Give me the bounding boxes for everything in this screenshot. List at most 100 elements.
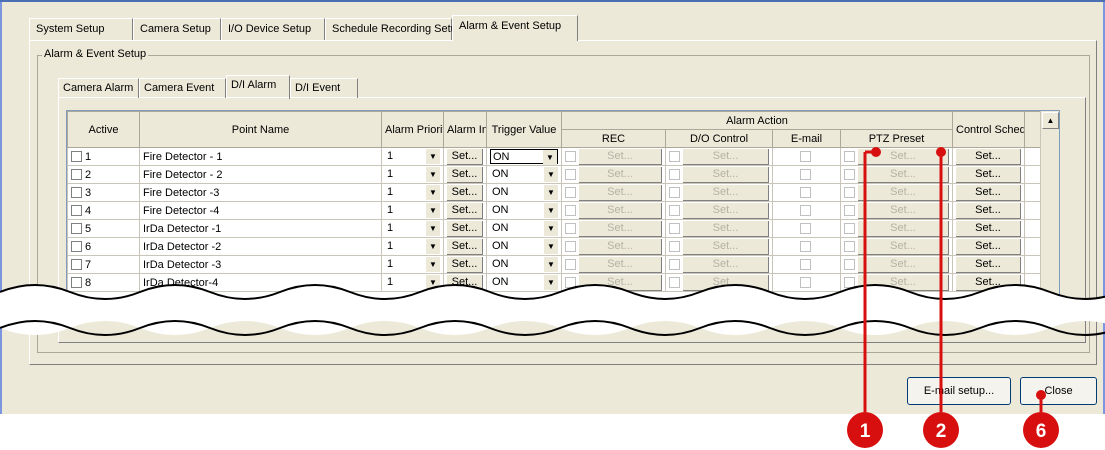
active-cell[interactable]: 6 bbox=[67, 237, 140, 256]
point-name-cell[interactable]: Fire Detector - 2 bbox=[139, 165, 382, 184]
trigger-cell[interactable]: ON ▼ bbox=[486, 201, 562, 220]
alarm-inst-set-button[interactable]: Set... bbox=[447, 202, 483, 219]
tab-alarm-event-setup[interactable]: Alarm & Event Setup bbox=[452, 15, 578, 41]
dropdown-arrow-icon[interactable]: ▼ bbox=[544, 203, 558, 218]
priority-cell[interactable]: 1 ▼ bbox=[381, 219, 444, 238]
email-cell[interactable] bbox=[772, 147, 841, 166]
rec-checkbox[interactable] bbox=[565, 259, 576, 270]
active-checkbox[interactable] bbox=[71, 241, 82, 252]
dropdown-arrow-icon[interactable]: ▼ bbox=[426, 149, 440, 164]
active-cell[interactable]: 5 bbox=[67, 219, 140, 238]
dropdown-arrow-icon[interactable]: ▼ bbox=[426, 167, 440, 182]
do-control-cell[interactable]: Set... bbox=[665, 201, 773, 220]
control-schedule-cell[interactable]: Set... bbox=[952, 219, 1025, 238]
email-checkbox[interactable] bbox=[799, 169, 811, 181]
ptz-set-button[interactable]: Set... bbox=[858, 184, 949, 201]
subtab-camera-alarm[interactable]: Camera Alarm bbox=[58, 78, 139, 98]
ptz-checkbox[interactable] bbox=[844, 259, 855, 270]
priority-cell[interactable]: 1 ▼ bbox=[381, 201, 444, 220]
email-cell[interactable] bbox=[772, 165, 841, 184]
subtab-di-event[interactable]: D/I Event bbox=[290, 78, 358, 98]
rec-set-button[interactable]: Set... bbox=[579, 148, 662, 165]
control-schedule-cell[interactable]: Set... bbox=[952, 183, 1025, 202]
active-cell[interactable]: 2 bbox=[67, 165, 140, 184]
priority-dropdown[interactable]: 1 ▼ bbox=[385, 185, 440, 200]
alarm-inst-set-button[interactable]: Set... bbox=[447, 220, 483, 237]
email-checkbox[interactable] bbox=[799, 151, 811, 163]
alarm-inst-set-button[interactable]: Set... bbox=[447, 184, 483, 201]
ptz-checkbox[interactable] bbox=[844, 223, 855, 234]
rec-cell[interactable]: Set... bbox=[561, 201, 666, 220]
trigger-cell[interactable]: ON ▼ bbox=[486, 237, 562, 256]
do-control-checkbox[interactable] bbox=[669, 259, 680, 270]
dropdown-arrow-icon[interactable]: ▼ bbox=[543, 150, 557, 165]
trigger-cell[interactable]: ON ▼ bbox=[486, 219, 562, 238]
email-checkbox[interactable] bbox=[799, 259, 811, 271]
rec-set-button[interactable]: Set... bbox=[579, 166, 662, 183]
ptz-preset-cell[interactable]: Set... bbox=[840, 201, 953, 220]
do-control-checkbox[interactable] bbox=[669, 151, 680, 162]
ptz-preset-cell[interactable]: Set... bbox=[840, 219, 953, 238]
rec-set-button[interactable]: Set... bbox=[579, 184, 662, 201]
trigger-dropdown[interactable]: ON ▼ bbox=[490, 239, 558, 254]
ptz-checkbox[interactable] bbox=[844, 241, 855, 252]
active-cell[interactable]: 3 bbox=[67, 183, 140, 202]
alarm-inst-set-button[interactable]: Set... bbox=[447, 166, 483, 183]
dropdown-arrow-icon[interactable]: ▼ bbox=[426, 239, 440, 254]
trigger-dropdown[interactable]: ON ▼ bbox=[490, 167, 558, 182]
do-control-set-button[interactable]: Set... bbox=[683, 166, 769, 183]
control-schedule-cell[interactable]: Set... bbox=[952, 237, 1025, 256]
active-checkbox[interactable] bbox=[71, 205, 82, 216]
active-cell[interactable]: 1 bbox=[67, 147, 140, 166]
tab-camera-setup[interactable]: Camera Setup bbox=[133, 18, 221, 40]
priority-dropdown[interactable]: 1 ▼ bbox=[385, 149, 440, 164]
do-control-cell[interactable]: Set... bbox=[665, 165, 773, 184]
alarm-inst-set-button[interactable]: Set... bbox=[447, 148, 483, 165]
priority-dropdown[interactable]: 1 ▼ bbox=[385, 221, 440, 236]
dropdown-arrow-icon[interactable]: ▼ bbox=[426, 185, 440, 200]
priority-cell[interactable]: 1 ▼ bbox=[381, 183, 444, 202]
email-checkbox[interactable] bbox=[799, 187, 811, 199]
do-control-checkbox[interactable] bbox=[669, 241, 680, 252]
rec-cell[interactable]: Set... bbox=[561, 183, 666, 202]
ptz-checkbox[interactable] bbox=[844, 151, 855, 162]
table-row[interactable]: 2 Fire Detector - 2 1 ▼ Set... ON ▼ Set... Set..… bbox=[67, 165, 1059, 184]
do-control-set-button[interactable]: Set... bbox=[683, 238, 769, 255]
alarm-inst-cell[interactable]: Set... bbox=[443, 219, 487, 238]
alarm-inst-cell[interactable]: Set... bbox=[443, 147, 487, 166]
schedule-set-button[interactable]: Set... bbox=[956, 202, 1021, 219]
email-cell[interactable] bbox=[772, 201, 841, 220]
ptz-set-button[interactable]: Set... bbox=[858, 166, 949, 183]
active-checkbox[interactable] bbox=[71, 169, 82, 180]
do-control-set-button[interactable]: Set... bbox=[683, 148, 769, 165]
control-schedule-cell[interactable]: Set... bbox=[952, 165, 1025, 184]
rec-checkbox[interactable] bbox=[565, 187, 576, 198]
email-checkbox[interactable] bbox=[799, 205, 811, 217]
table-row[interactable]: 5 IrDa Detector -1 1 ▼ Set... ON ▼ Set... Set...… bbox=[67, 219, 1059, 238]
active-checkbox[interactable] bbox=[71, 187, 82, 198]
ptz-preset-cell[interactable]: Set... bbox=[840, 183, 953, 202]
alarm-inst-cell[interactable]: Set... bbox=[443, 165, 487, 184]
priority-cell[interactable]: 1 ▼ bbox=[381, 237, 444, 256]
table-row[interactable]: 1 Fire Detector - 1 1 ▼ Set... ON ▼ Set... Set..… bbox=[67, 147, 1059, 166]
table-row[interactable]: 3 Fire Detector -3 1 ▼ Set... ON ▼ Set... Set...… bbox=[67, 183, 1059, 202]
tab-io-device-setup[interactable]: I/O Device Setup bbox=[221, 18, 325, 40]
active-checkbox[interactable] bbox=[71, 223, 82, 234]
rec-checkbox[interactable] bbox=[565, 241, 576, 252]
priority-dropdown[interactable]: 1 ▼ bbox=[385, 203, 440, 218]
do-control-checkbox[interactable] bbox=[669, 169, 680, 180]
active-checkbox[interactable] bbox=[71, 259, 82, 270]
priority-cell[interactable]: 1 ▼ bbox=[381, 165, 444, 184]
do-control-set-button[interactable]: Set... bbox=[683, 202, 769, 219]
do-control-cell[interactable]: Set... bbox=[665, 219, 773, 238]
dropdown-arrow-icon[interactable]: ▼ bbox=[544, 167, 558, 182]
trigger-dropdown[interactable]: ON ▼ bbox=[490, 185, 558, 200]
do-control-checkbox[interactable] bbox=[669, 205, 680, 216]
do-control-cell[interactable]: Set... bbox=[665, 183, 773, 202]
rec-checkbox[interactable] bbox=[565, 151, 576, 162]
schedule-set-button[interactable]: Set... bbox=[956, 148, 1021, 165]
email-checkbox[interactable] bbox=[799, 241, 811, 253]
do-control-set-button[interactable]: Set... bbox=[683, 220, 769, 237]
alarm-inst-cell[interactable]: Set... bbox=[443, 237, 487, 256]
dropdown-arrow-icon[interactable]: ▼ bbox=[426, 221, 440, 236]
